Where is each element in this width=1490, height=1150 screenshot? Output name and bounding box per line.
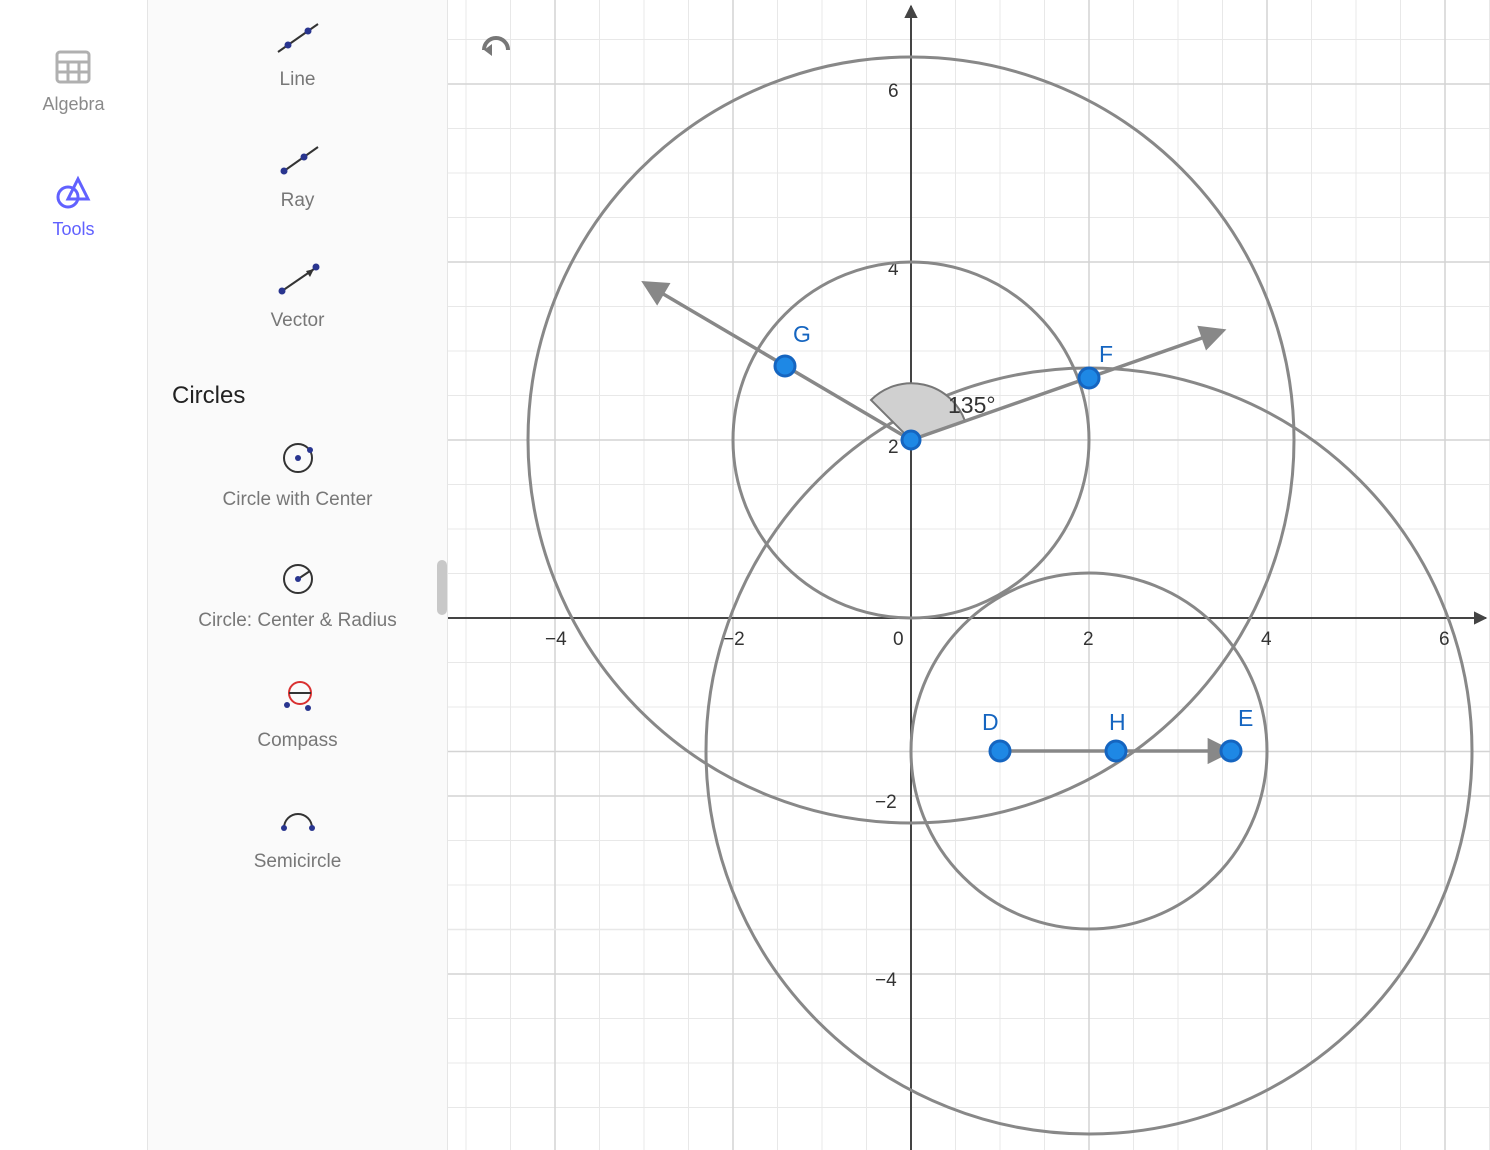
label-E: E [1238,705,1253,731]
point-G [775,356,795,376]
tools-label: Tools [52,219,94,240]
compass-icon [274,681,322,717]
algebra-label: Algebra [42,94,104,115]
point-H [1106,741,1126,761]
svg-text:6: 6 [888,81,899,102]
tool-ray[interactable]: Ray [172,141,423,214]
tool-line[interactable]: Line [172,20,423,93]
tool-circle-center-label: Circle with Center [223,488,373,513]
tool-compass[interactable]: Compass [172,681,423,754]
circle-center-icon [274,440,322,476]
label-H: H [1109,709,1126,735]
undo-button[interactable] [478,32,514,67]
svg-text:4: 4 [1261,629,1272,650]
label-F: F [1099,341,1113,367]
label-D: D [982,709,999,735]
semicircle-icon [274,802,322,838]
view-switcher-rail: Algebra Tools [0,0,148,1150]
svg-text:6: 6 [1439,629,1450,650]
tool-vector-label: Vector [271,309,325,334]
tool-vector[interactable]: Vector [172,261,423,334]
tools-view-button[interactable]: Tools [52,175,94,240]
tool-semicircle-label: Semicircle [254,850,342,875]
tools-icon [56,175,92,209]
circles-section-header: Circles [172,382,423,410]
tool-circle-with-center[interactable]: Circle with Center [172,440,423,513]
tool-ray-label: Ray [281,189,315,214]
ray-icon [274,141,322,177]
svg-text:−2: −2 [875,792,897,813]
point-D [990,741,1010,761]
svg-text:2: 2 [888,437,899,458]
minor-grid [448,0,1490,1150]
panel-scrollbar-thumb[interactable] [437,560,447,615]
tool-semicircle[interactable]: Semicircle [172,802,423,875]
tool-panel: Line Ray Vector Circles Circle with Cent… [148,0,448,1150]
geometry-points[interactable] [775,356,1241,761]
vector-icon [274,261,322,297]
calculator-icon [55,50,91,84]
svg-text:0: 0 [893,629,904,650]
angle-value-label: 135° [948,392,996,418]
circle-radius-icon [274,561,322,597]
undo-icon [478,32,514,62]
point-E [1221,741,1241,761]
tool-compass-label: Compass [257,729,337,754]
graph-canvas[interactable]: −4 −2 0 2 4 6 6 4 2 −2 −4 [448,0,1490,1150]
coordinate-plane[interactable]: −4 −2 0 2 4 6 6 4 2 −2 −4 [448,0,1490,1150]
svg-text:2: 2 [1083,629,1094,650]
svg-text:−4: −4 [875,970,897,991]
algebra-view-button[interactable]: Algebra [42,50,104,115]
line-icon [274,20,322,56]
label-G: G [793,321,811,347]
point-F [1079,368,1099,388]
tool-circle-center-radius[interactable]: Circle: Center & Radius [172,561,423,634]
tool-line-label: Line [280,68,316,93]
svg-text:−4: −4 [545,629,567,650]
tool-circle-radius-label: Circle: Center & Radius [198,609,397,634]
point-center1 [902,431,920,449]
